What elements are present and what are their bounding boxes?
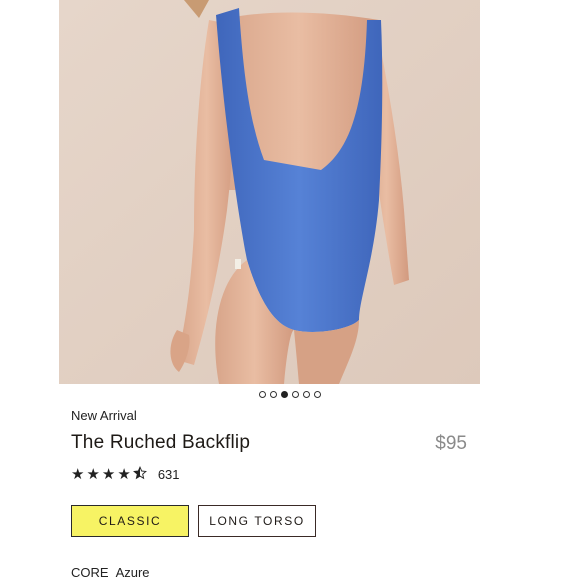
carousel-dot[interactable] <box>303 391 310 398</box>
carousel-dot[interactable] <box>292 391 299 398</box>
carousel-dot-active[interactable] <box>281 391 288 398</box>
product-photo-illustration <box>59 0 480 384</box>
color-name: Azure <box>115 565 150 580</box>
rating-row[interactable]: ★ ★ ★ ★ 631 <box>71 466 180 484</box>
product-title: The Ruched Backflip <box>71 432 251 453</box>
carousel-dots <box>0 391 580 398</box>
star-half-icon <box>132 466 147 484</box>
star-icon: ★ <box>86 466 100 483</box>
color-collection: CORE <box>71 565 109 580</box>
color-label-row: CORE Azure <box>71 565 150 580</box>
carousel-dot[interactable] <box>314 391 321 398</box>
star-icon: ★ <box>101 466 116 483</box>
star-icon: ★ <box>117 466 131 483</box>
product-image[interactable] <box>59 0 480 384</box>
fit-option-classic[interactable]: CLASSIC <box>71 505 189 537</box>
new-arrival-label: New Arrival <box>71 408 137 423</box>
product-price: $95 <box>435 433 467 454</box>
star-icon: ★ <box>71 466 85 483</box>
fit-option-long-torso[interactable]: LONG TORSO <box>198 505 316 537</box>
carousel-dot[interactable] <box>259 391 266 398</box>
review-count[interactable]: 631 <box>158 466 180 484</box>
carousel-dot[interactable] <box>270 391 277 398</box>
